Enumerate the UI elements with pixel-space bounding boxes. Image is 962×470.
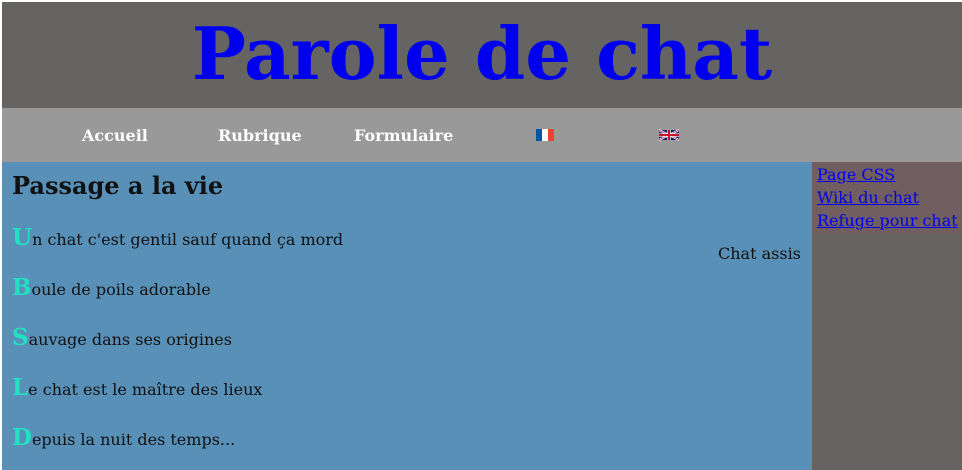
line-text: auvage dans ses origines bbox=[28, 330, 232, 349]
flag-uk-icon-graphic bbox=[658, 129, 680, 141]
list-item: Boule de poils adorable bbox=[12, 274, 343, 324]
drop-initial: L bbox=[12, 374, 29, 401]
line-text: e chat est le maître des lieux bbox=[28, 380, 263, 399]
nav-item-formulaire[interactable]: Formulaire bbox=[354, 126, 453, 145]
line-text: epuis la nuit des temps... bbox=[31, 430, 236, 449]
main-content: Passage a la vie Un chat c'est gentil sa… bbox=[2, 162, 812, 470]
acrostic-list: Un chat c'est gentil sauf quand ça mord … bbox=[12, 224, 343, 470]
nav-item-rubrique[interactable]: Rubrique bbox=[218, 126, 302, 145]
nav-item-accueil[interactable]: Accueil bbox=[82, 126, 148, 145]
list-item: Un chat c'est gentil sauf quand ça mord bbox=[12, 224, 343, 274]
list-item: Sauvage dans ses origines bbox=[12, 324, 343, 374]
main-nav: Accueil Rubrique Formulaire bbox=[2, 108, 962, 162]
site-title: Parole de chat bbox=[191, 11, 773, 96]
line-text: n chat c'est gentil sauf quand ça mord bbox=[32, 230, 344, 249]
flag-fr-icon-graphic bbox=[536, 129, 554, 141]
drop-initial: B bbox=[12, 274, 32, 301]
flag-uk-icon[interactable] bbox=[658, 126, 680, 141]
flag-fr-icon[interactable] bbox=[535, 126, 555, 141]
sidebar-link-wiki-du-chat[interactable]: Wiki du chat bbox=[817, 187, 962, 208]
line-text: oule de poils adorable bbox=[31, 280, 211, 299]
sidebar: Page CSS Wiki du chat Refuge pour chat bbox=[812, 162, 962, 470]
list-item: Depuis la nuit des temps... bbox=[12, 424, 343, 470]
drop-initial: D bbox=[12, 424, 32, 451]
sidebar-links: Page CSS Wiki du chat Refuge pour chat bbox=[812, 162, 962, 234]
image-alt-caption: Chat assis bbox=[718, 244, 801, 263]
drop-initial: S bbox=[12, 324, 29, 351]
sidebar-link-refuge-pour-chat[interactable]: Refuge pour chat bbox=[817, 210, 962, 231]
page: Parole de chat Accueil Rubrique Formulai… bbox=[0, 0, 962, 470]
drop-initial: U bbox=[12, 224, 33, 251]
section-heading: Passage a la vie bbox=[12, 171, 224, 200]
list-item: Le chat est le maître des lieux bbox=[12, 374, 343, 424]
sidebar-link-page-css[interactable]: Page CSS bbox=[817, 164, 962, 185]
site-header: Parole de chat bbox=[2, 2, 962, 108]
